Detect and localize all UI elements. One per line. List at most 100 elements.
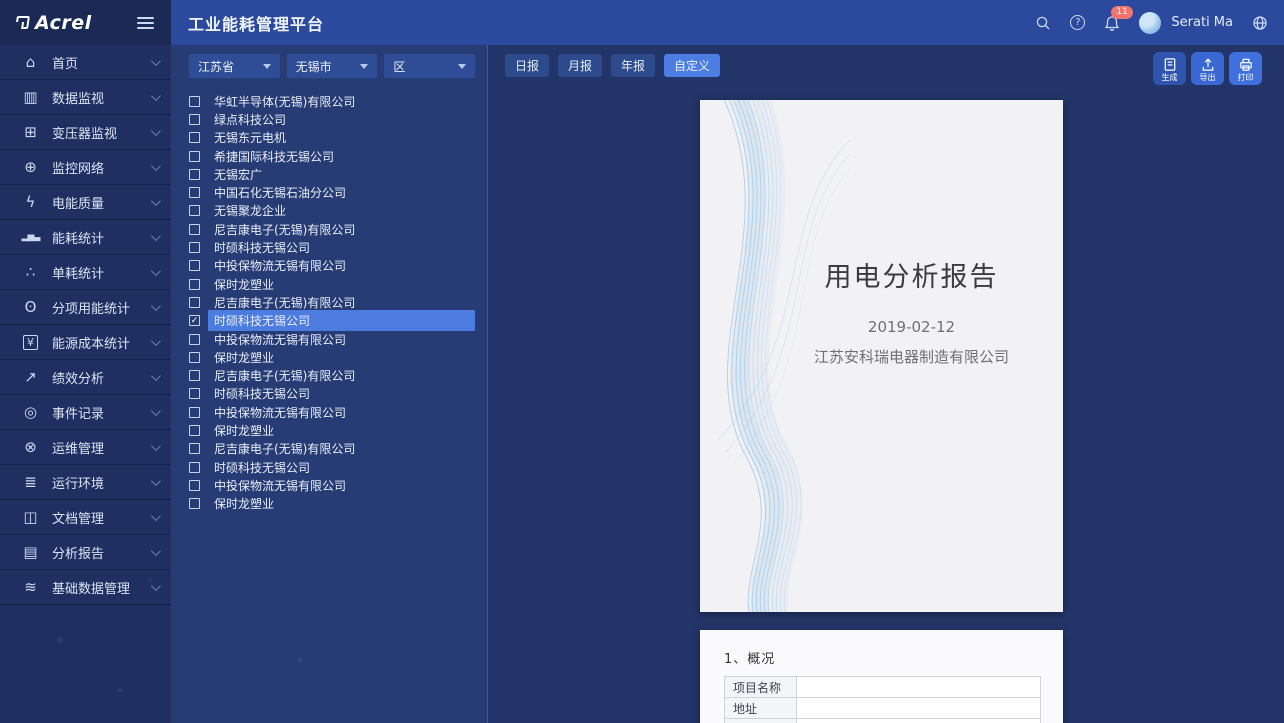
trend-icon: ↗: [21, 370, 40, 385]
sidebar-item-monitor-network[interactable]: ⊕监控网络: [0, 150, 171, 185]
help-icon[interactable]: [1070, 15, 1085, 30]
chevron-down-icon: [151, 546, 161, 556]
company-list-item[interactable]: 保时龙塑业: [189, 348, 475, 366]
sidebar-item-power-quality[interactable]: ϟ电能质量: [0, 185, 171, 220]
chevron-down-icon: [151, 511, 161, 521]
sidebar-item-ops-management[interactable]: ⊗运维管理: [0, 430, 171, 465]
company-list-item[interactable]: 中投保物流无锡有限公司: [189, 476, 475, 494]
sidebar-item-event-log[interactable]: ◎事件记录: [0, 395, 171, 430]
search-icon[interactable]: [1035, 15, 1051, 31]
checkbox[interactable]: [189, 370, 200, 381]
company-list-item[interactable]: ✓时硕科技无锡公司: [189, 312, 475, 330]
print-button[interactable]: 打印: [1229, 52, 1262, 85]
logo-bar: Acrel: [0, 0, 171, 45]
notifications-bell[interactable]: 11: [1104, 15, 1120, 31]
checkbox[interactable]: [189, 169, 200, 180]
transformer-icon: ⊞: [21, 125, 40, 140]
language-globe-icon[interactable]: [1252, 15, 1268, 31]
page-title: 工业能耗管理平台: [188, 11, 324, 35]
company-list-item[interactable]: 无锡东元电机: [189, 129, 475, 147]
company-list-item[interactable]: 中投保物流无锡有限公司: [189, 403, 475, 421]
checkbox[interactable]: [189, 114, 200, 125]
caret-down-icon: [360, 64, 368, 69]
checkbox[interactable]: [189, 96, 200, 107]
menu-toggle-icon[interactable]: [134, 14, 157, 32]
sidebar-item-label: 监控网络: [52, 158, 151, 177]
checkbox[interactable]: [189, 224, 200, 235]
sidebar-item-document-management[interactable]: ◫文档管理: [0, 500, 171, 535]
checkbox[interactable]: [189, 242, 200, 253]
sidebar-item-unit-consumption-stats[interactable]: ∴单耗统计: [0, 255, 171, 290]
company-list-item[interactable]: 华虹半导体(无锡)有限公司: [189, 92, 475, 110]
checkbox[interactable]: [189, 260, 200, 271]
checkbox[interactable]: [189, 407, 200, 418]
company-list-item[interactable]: 尼吉康电子(无锡)有限公司: [189, 366, 475, 384]
sidebar-item-label: 分项用能统计: [52, 298, 151, 317]
sidebar-item-runtime-environment[interactable]: ≣运行环境: [0, 465, 171, 500]
checkbox[interactable]: [189, 425, 200, 436]
company-list-item[interactable]: 保时龙塑业: [189, 275, 475, 293]
company-list-item[interactable]: 希捷国际科技无锡公司: [189, 147, 475, 165]
company-list-item[interactable]: 中国石化无锡石油分公司: [189, 183, 475, 201]
tab-custom[interactable]: 自定义: [664, 54, 720, 77]
report-action-buttons: 生成导出打印: [1153, 52, 1262, 85]
checkbox[interactable]: [189, 388, 200, 399]
sidebar-item-home[interactable]: ⌂首页: [0, 45, 171, 80]
district-select-value: 区: [393, 58, 405, 75]
company-list-item[interactable]: 绿点科技公司: [189, 110, 475, 128]
checkbox[interactable]: [189, 480, 200, 491]
sidebar-item-transformer-monitor[interactable]: ⊞变压器监视: [0, 115, 171, 150]
checkbox[interactable]: [189, 334, 200, 345]
company-list-item[interactable]: 尼吉康电子(无锡)有限公司: [189, 440, 475, 458]
checkbox[interactable]: ✓: [189, 315, 200, 326]
overview-table: 项目名称地址点位信息: [724, 676, 1041, 723]
company-list-item[interactable]: 时硕科技无锡公司: [189, 458, 475, 476]
company-list-item[interactable]: 中投保物流无锡有限公司: [189, 257, 475, 275]
company-list-item[interactable]: 无锡聚龙企业: [189, 202, 475, 220]
checkbox[interactable]: [189, 205, 200, 216]
action-button-label: 打印: [1238, 73, 1254, 82]
company-list-item[interactable]: 时硕科技无锡公司: [189, 385, 475, 403]
sidebar-item-subitem-energy-stats[interactable]: ʘ分项用能统计: [0, 290, 171, 325]
tab-yearly[interactable]: 年报: [611, 54, 655, 77]
district-select[interactable]: 区: [384, 54, 475, 78]
sidebar-item-analysis-report[interactable]: ▤分析报告: [0, 535, 171, 570]
company-list-item[interactable]: 保时龙塑业: [189, 495, 475, 513]
sidebar-item-label: 能耗统计: [52, 228, 151, 247]
sidebar-item-energy-cost-stats[interactable]: ¥能源成本统计: [0, 325, 171, 360]
company-list-item[interactable]: 中投保物流无锡有限公司: [189, 330, 475, 348]
sidebar-item-performance-analysis[interactable]: ↗ 绩效分析: [0, 360, 171, 395]
caret-down-icon: [263, 64, 271, 69]
company-list-item[interactable]: 时硕科技无锡公司: [189, 238, 475, 256]
checkbox[interactable]: [189, 443, 200, 454]
overview-heading: 1、概况: [724, 648, 1041, 667]
sidebar-item-label: 能源成本统计: [52, 333, 151, 352]
sidebar-item-data-monitor[interactable]: ▥数据监视: [0, 80, 171, 115]
checkbox[interactable]: [189, 352, 200, 363]
generate-button[interactable]: 生成: [1153, 52, 1186, 85]
checkbox[interactable]: [189, 498, 200, 509]
tab-daily[interactable]: 日报: [505, 54, 549, 77]
sidebar-item-label: 绩效分析: [52, 368, 151, 387]
overview-row-label: 点位信息: [725, 719, 797, 723]
company-list-item[interactable]: 无锡宏广: [189, 165, 475, 183]
checkbox[interactable]: [189, 297, 200, 308]
checkbox[interactable]: [189, 279, 200, 290]
export-button[interactable]: 导出: [1191, 52, 1224, 85]
province-select[interactable]: 江苏省: [189, 54, 280, 78]
company-list-item[interactable]: 保时龙塑业: [189, 421, 475, 439]
avatar[interactable]: [1139, 12, 1161, 34]
tab-monthly[interactable]: 月报: [558, 54, 602, 77]
sidebar-item-energy-consumption-stats[interactable]: ▂▅▃能耗统计: [0, 220, 171, 255]
sidebar-item-base-data-management[interactable]: ≋基础数据管理: [0, 570, 171, 605]
company-list-item[interactable]: 尼吉康电子(无锡)有限公司: [189, 220, 475, 238]
checkbox[interactable]: [189, 151, 200, 162]
checkbox[interactable]: [189, 132, 200, 143]
checkbox[interactable]: [189, 462, 200, 473]
city-select[interactable]: 无锡市: [287, 54, 378, 78]
company-list-item[interactable]: 尼吉康电子(无锡)有限公司: [189, 293, 475, 311]
user-name[interactable]: Serati Ma: [1171, 15, 1233, 30]
books-icon: ◫: [21, 510, 40, 525]
checkbox[interactable]: [189, 187, 200, 198]
chevron-down-icon: [151, 581, 161, 591]
